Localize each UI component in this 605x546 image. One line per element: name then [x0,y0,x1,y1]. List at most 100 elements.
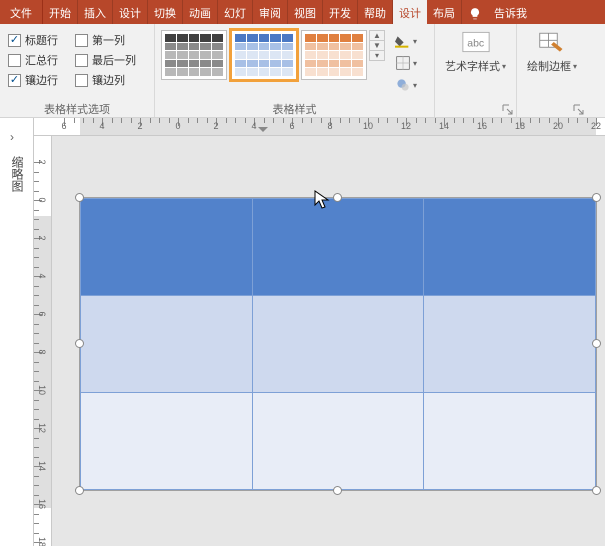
resize-handle[interactable] [75,486,84,495]
tab-insert[interactable]: 插入 [78,0,113,24]
gallery-more[interactable]: ▾ [370,51,384,60]
opt-label: 最后一列 [92,52,136,68]
tab-file[interactable]: 文件 [0,0,43,24]
resize-handle[interactable] [333,486,342,495]
ribbon-tab-bar: 文件 开始 插入 设计 切换 动画 幻灯 审阅 视图 开发 帮助 设计 布局 告… [0,0,605,24]
opt-label: 第一列 [92,32,125,48]
resize-handle[interactable] [592,486,601,495]
opt-total-row[interactable]: 汇总行 [8,52,69,68]
gallery-scroll-down[interactable]: ▼ [370,41,384,51]
dialog-launcher-icon[interactable] [502,104,514,116]
thumbnail-pane-label: 缩略图 [9,156,26,192]
table-row[interactable] [81,199,596,296]
opt-header-row[interactable]: 标题行 [8,32,69,48]
group-label: 表格样式 [155,101,434,117]
opt-last-column[interactable]: 最后一列 [75,52,136,68]
ruler-number: 6 [61,121,66,131]
checkbox-icon [8,54,21,67]
dialog-launcher-icon[interactable] [573,104,585,116]
tab-table-design[interactable]: 设计 [393,0,427,24]
table-cell[interactable] [424,393,596,490]
svg-text:abc: abc [467,37,484,49]
bucket-icon [395,34,411,48]
table-cell[interactable] [252,199,424,296]
gallery-scroll-up[interactable]: ▲ [370,31,384,41]
tab-transitions[interactable]: 切换 [148,0,183,24]
tab-design[interactable]: 设计 [113,0,148,24]
table-object[interactable] [80,198,596,490]
ruler-number: 0 [175,121,180,131]
opt-label: 镶边行 [25,72,58,88]
table-cell[interactable] [81,199,253,296]
wordart-styles-button[interactable]: abc 艺术字样式▾ [445,30,506,74]
tab-review[interactable]: 审阅 [253,0,288,24]
table-cell[interactable] [424,296,596,393]
tell-me-icon[interactable] [462,0,488,24]
group-draw-borders: 绘制边框▾ [517,24,587,117]
ruler-number: 6 [289,121,294,131]
resize-handle[interactable] [333,193,342,202]
checkbox-icon [75,34,88,47]
chevron-down-icon: ▾ [413,59,417,68]
ruler-number: 20 [553,121,563,131]
ruler-number: 4 [251,121,256,131]
indent-marker-icon[interactable] [258,127,268,136]
ruler-number: 0 [37,197,47,202]
tab-developer[interactable]: 开发 [323,0,358,24]
table-style-gallery [161,30,367,80]
wordart-icon: abc [462,30,490,54]
ruler-number: 16 [37,499,47,509]
tab-help[interactable]: 帮助 [358,0,393,24]
ruler-number: 2 [137,121,142,131]
tab-table-layout[interactable]: 布局 [427,0,462,24]
resize-handle[interactable] [592,193,601,202]
workspace: › 缩略图 6420246810121416182022 20246810121… [0,118,605,546]
opt-first-column[interactable]: 第一列 [75,32,136,48]
checkbox-icon [75,54,88,67]
chevron-down-icon: ▾ [573,62,577,71]
ruler-number: 8 [37,349,47,354]
shading-button[interactable]: ▾ [393,32,429,50]
expand-pane-icon[interactable]: › [10,130,14,144]
ruler-number: 2 [213,121,218,131]
slide-canvas[interactable] [52,136,605,546]
gallery-scroll: ▲ ▼ ▾ [369,30,385,61]
table[interactable] [80,198,596,490]
table-cell[interactable] [81,296,253,393]
ruler-number: 4 [37,273,47,278]
style-swatch-orange[interactable] [301,30,367,80]
style-swatch-dark[interactable] [161,30,227,80]
resize-handle[interactable] [75,193,84,202]
table-cell[interactable] [424,199,596,296]
table-row[interactable] [81,296,596,393]
effects-button[interactable]: ▾ [393,76,429,94]
borders-button[interactable]: ▾ [393,54,429,72]
opt-banded-columns[interactable]: 镶边列 [75,72,136,88]
opt-banded-rows[interactable]: 镶边行 [8,72,69,88]
opt-label: 汇总行 [25,52,58,68]
ribbon: 标题行 第一列 汇总行 最后一列 镶边行 镶边列 表格样式选项 ▲ ▼ ▾ [0,24,605,118]
ruler-vertical: 2024681012141618 [34,136,52,546]
ruler-number: 14 [439,121,449,131]
tab-view[interactable]: 视图 [288,0,323,24]
btn-label: 绘制边框 [527,58,571,74]
table-cell[interactable] [81,393,253,490]
checkbox-icon [8,74,21,87]
ruler-number: 18 [515,121,525,131]
resize-handle[interactable] [75,339,84,348]
tab-home[interactable]: 开始 [43,0,78,24]
draw-borders-button[interactable]: 绘制边框▾ [527,30,577,74]
table-row[interactable] [81,393,596,490]
tab-slideshow[interactable]: 幻灯 [218,0,253,24]
resize-handle[interactable] [592,339,601,348]
draw-table-icon [538,30,566,54]
ruler-number: 4 [99,121,104,131]
group-wordart-styles: abc 艺术字样式▾ [435,24,517,117]
ruler-number: 10 [37,385,47,395]
tell-me[interactable]: 告诉我 [488,0,533,24]
table-cell[interactable] [252,296,424,393]
style-swatch-blue[interactable] [231,30,297,80]
table-cell[interactable] [252,393,424,490]
ruler-number: 2 [37,235,47,240]
tab-animations[interactable]: 动画 [183,0,218,24]
